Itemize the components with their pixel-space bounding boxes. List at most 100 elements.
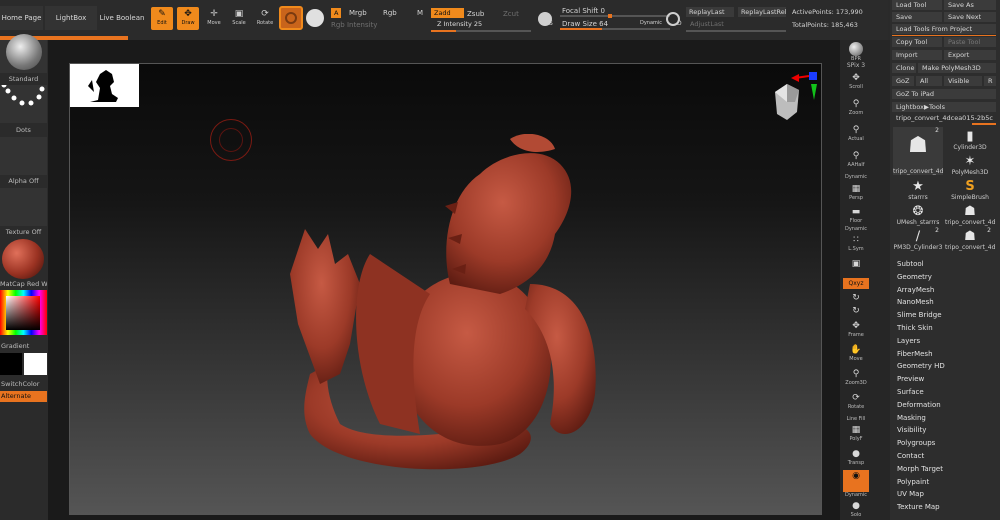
alpha-thumbnail[interactable] [0, 137, 47, 175]
switch-color-button[interactable]: SwitchColor [0, 380, 47, 388]
tool-thumb-tripo-1[interactable]: 2 ☗ tripo_convert_4d [893, 127, 943, 175]
alternate-button[interactable]: Alternate [0, 391, 47, 402]
dynamic-sym-toggle[interactable]: Dynamic [843, 226, 869, 234]
goz-r-button[interactable]: R [984, 76, 996, 86]
current-tool-name[interactable]: tripo_convert_4dcea015-2b5c [892, 113, 996, 123]
document-canvas[interactable] [69, 63, 822, 515]
rotate-y-icon[interactable]: ↻ [843, 292, 869, 304]
subpalette-polypaint[interactable]: Polypaint [897, 478, 929, 486]
yin-yang-icon[interactable] [306, 9, 324, 27]
brush-thumbnail[interactable] [0, 34, 47, 73]
paste-tool-button[interactable]: Paste Tool [944, 37, 996, 47]
zsub-button[interactable]: Zsub [467, 10, 484, 18]
spix-slider[interactable]: SPix 3 [843, 62, 869, 70]
aahalf-button[interactable]: ⚲ AAHalf [843, 150, 869, 170]
load-tool-button[interactable]: Load Tool [892, 0, 942, 10]
subpalette-masking[interactable]: Masking [897, 414, 926, 422]
move-view-button[interactable]: ✋ Move [843, 344, 869, 364]
adjust-last-slider[interactable]: AdjustLast [690, 20, 724, 28]
import-button[interactable]: Import [892, 50, 942, 60]
goz-ipad-button[interactable]: GoZ To iPad [892, 89, 996, 99]
scroll-button[interactable]: ✥ Scroll [843, 72, 869, 92]
subpalette-slime-bridge[interactable]: Slime Bridge [897, 311, 942, 319]
subpalette-preview[interactable]: Preview [897, 375, 924, 383]
subpalette-arraymesh[interactable]: ArrayMesh [897, 286, 934, 294]
tab-home-page[interactable]: Home Page [0, 6, 43, 30]
rotate-z-icon[interactable]: ↻ [843, 305, 869, 317]
subpalette-thick-skin[interactable]: Thick Skin [897, 324, 933, 332]
tool-thumb-cylinder[interactable]: ▮ Cylinder3D [945, 127, 995, 151]
polyf-button[interactable]: ▦ PolyF [843, 424, 869, 444]
save-as-button[interactable]: Save As [944, 0, 996, 10]
lightbox-tools-button[interactable]: Lightbox▶Tools [892, 102, 996, 112]
copy-tool-button[interactable]: Copy Tool [892, 37, 942, 47]
xyz-button[interactable]: Qxyz [843, 278, 869, 289]
bpr-button[interactable]: BPR [843, 40, 869, 62]
draw-button[interactable]: ✥ Draw [177, 7, 199, 30]
clone-button[interactable]: Clone [892, 63, 916, 73]
subpalette-geometry-hd[interactable]: Geometry HD [897, 362, 945, 370]
rgb-intensity-slider[interactable]: Rgb Intensity [331, 21, 377, 29]
export-button[interactable]: Export [944, 50, 996, 60]
mrgb-button[interactable]: Mrgb [349, 9, 367, 17]
dragon-model[interactable] [250, 134, 630, 484]
goz-all-button[interactable]: All [916, 76, 942, 86]
viewport[interactable] [48, 40, 840, 520]
color-picker-square[interactable] [6, 296, 40, 330]
dynamic-persp-toggle[interactable]: Dynamic [843, 174, 869, 182]
make-polymesh-button[interactable]: Make PolyMesh3D [918, 63, 996, 73]
tool-thumb-starrrs[interactable]: ★ starrrs [893, 177, 943, 201]
zadd-button[interactable]: Zadd [431, 8, 464, 18]
zcut-button[interactable]: Zcut [503, 10, 519, 18]
stroke-thumbnail[interactable] [0, 82, 47, 123]
subpalette-morph-target[interactable]: Morph Target [897, 465, 943, 473]
zoom3d-button[interactable]: ⚲ Zoom3D [843, 368, 869, 388]
draw-size-slider[interactable]: Draw Size 64 [562, 20, 608, 28]
goz-button[interactable]: GoZ [892, 76, 914, 86]
replay-last-rel-button[interactable]: ReplayLastRel [738, 7, 787, 17]
focal-shift-slider[interactable]: Focal Shift 0 [562, 7, 605, 15]
color-picker[interactable] [0, 290, 47, 335]
goz-visible-button[interactable]: Visible [944, 76, 982, 86]
tool-thumb-polymesh[interactable]: ✶ PolyMesh3D [945, 152, 995, 176]
subpalette-surface[interactable]: Surface [897, 388, 924, 396]
subpalette-visibility[interactable]: Visibility [897, 426, 926, 434]
brush-mode-icon[interactable] [279, 6, 303, 30]
tool-thumb-simplebrush[interactable]: S SimpleBrush [945, 177, 995, 201]
secondary-color-swatch[interactable] [24, 353, 47, 375]
replay-last-button[interactable]: ReplayLast [686, 7, 734, 17]
move-button[interactable]: ✛ Move [203, 7, 225, 30]
ghost-button[interactable]: ◉ [843, 470, 869, 492]
dynamic-toggle[interactable]: Dynamic [640, 20, 662, 26]
subpalette-deformation[interactable]: Deformation [897, 401, 941, 409]
actual-button[interactable]: ⚲ Actual [843, 124, 869, 144]
zoom-button[interactable]: ⚲ Zoom [843, 98, 869, 118]
subpalette-nanomesh[interactable]: NanoMesh [897, 298, 934, 306]
lsym-button[interactable]: ∷ L.Sym [843, 234, 869, 254]
navigator-thumbnail[interactable] [70, 64, 139, 107]
lock-icon[interactable]: ▣ [843, 258, 869, 269]
persp-button[interactable]: ▦ Persp [843, 183, 869, 203]
transp-button[interactable]: ● Transp [843, 448, 869, 468]
subpalette-subtool[interactable]: Subtool [897, 260, 924, 268]
texture-thumbnail[interactable] [0, 188, 47, 226]
subpalette-layers[interactable]: Layers [897, 337, 920, 345]
tab-live-boolean[interactable]: Live Boolean [99, 6, 145, 30]
scale-button[interactable]: ▣ Scale [228, 7, 250, 30]
subpalette-uv-map[interactable]: UV Map [897, 490, 924, 498]
tool-thumb-pm3d-cylinder[interactable]: 2 ∕ PM3D_Cylinder3 [893, 227, 943, 251]
tool-thumb-tripo-3[interactable]: 2 ☗ tripo_convert_4d [945, 227, 995, 251]
frame-button[interactable]: ✥ Frame [843, 320, 869, 340]
solo-button[interactable]: ● Solo [843, 500, 869, 520]
edit-button[interactable]: ✎ Edit [151, 7, 173, 30]
z-intensity-slider[interactable]: Z Intensity 25 [431, 19, 531, 30]
subpalette-polygroups[interactable]: Polygroups [897, 439, 935, 447]
subpalette-contact[interactable]: Contact [897, 452, 924, 460]
a-channel-button[interactable]: A [331, 8, 342, 18]
subpalette-texture-map[interactable]: Texture Map [897, 503, 940, 511]
tab-lightbox[interactable]: LightBox [45, 6, 97, 30]
tool-thumb-umesh[interactable]: ❂ UMesh_starrrs [893, 202, 943, 226]
floor-button[interactable]: ▬ Floor [843, 206, 869, 226]
rotate-view-button[interactable]: ⟳ Rotate [843, 392, 869, 412]
material-thumbnail[interactable] [0, 238, 47, 279]
